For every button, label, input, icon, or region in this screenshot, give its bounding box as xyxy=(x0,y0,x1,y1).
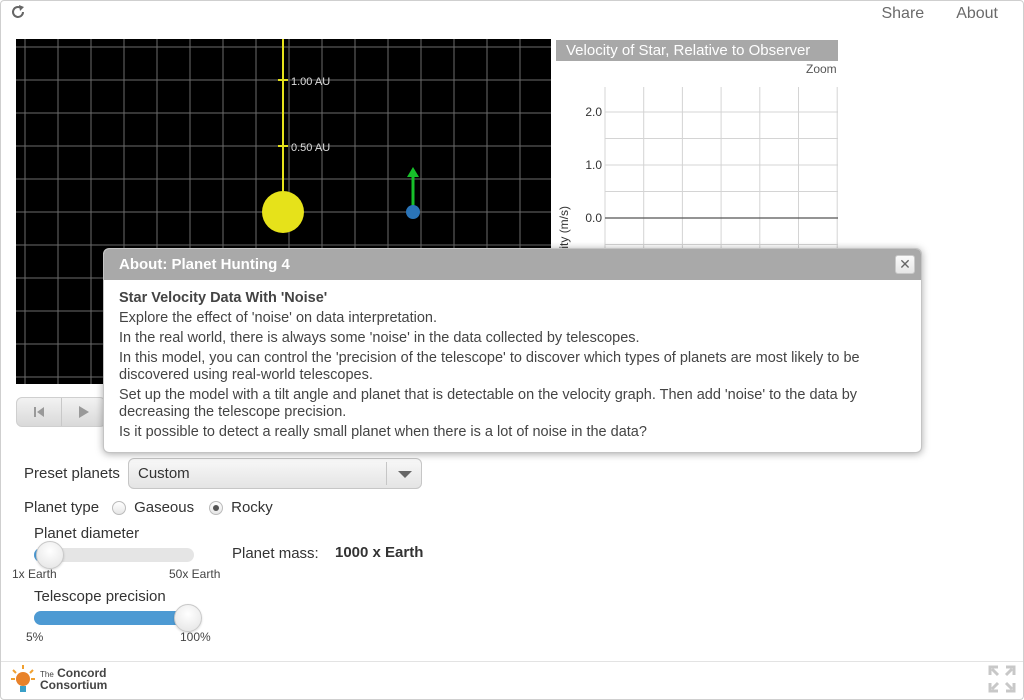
dialog-paragraph: Explore the effect of 'noise' on data in… xyxy=(119,310,438,326)
radio-rocky[interactable] xyxy=(209,500,224,515)
top-nav: Share About xyxy=(881,5,998,23)
precision-slider[interactable] xyxy=(34,604,202,632)
dialog-heading: Star Velocity Data With 'Noise' xyxy=(119,290,328,306)
radio-gaseous[interactable] xyxy=(112,500,127,515)
zoom-button[interactable]: Zoom xyxy=(806,62,837,76)
dialog-paragraph: Is it possible to detect a really small … xyxy=(119,424,647,440)
reload-icon[interactable] xyxy=(10,4,26,20)
preset-label: Preset planets xyxy=(24,465,120,482)
dialog-paragraph: In this model, you can control the 'prec… xyxy=(119,350,860,383)
planet-type-label: Planet type xyxy=(24,499,100,516)
diameter-label: Planet diameter xyxy=(34,525,140,542)
concord-logo[interactable]: The Concord Consortium xyxy=(10,664,107,694)
y-tick-label: 0.0 xyxy=(585,211,602,225)
dialog-title: About: Planet Hunting 4 xyxy=(119,256,290,273)
velocity-graph[interactable]: 2.0 1.0 0.0 Velocity (m/s) xyxy=(556,82,839,248)
preset-select[interactable]: Custom xyxy=(128,458,422,489)
graph-title: Velocity of Star, Relative to Observer xyxy=(556,40,838,61)
dialog-header: About: Planet Hunting 4 ✕ xyxy=(104,249,921,280)
diameter-slider[interactable] xyxy=(34,541,194,569)
diameter-min: 1x Earth xyxy=(12,567,57,581)
diameter-slider-thumb[interactable] xyxy=(36,541,64,569)
precision-label: Telescope precision xyxy=(34,588,166,605)
y-tick-label: 1.0 xyxy=(585,158,602,172)
star[interactable] xyxy=(262,191,304,233)
dialog-paragraph: In the real world, there is always some … xyxy=(119,330,640,346)
play-button[interactable] xyxy=(62,398,106,426)
mass-label: Planet mass: xyxy=(232,545,319,562)
planet-type-group: Planet type Gaseous Rocky xyxy=(24,499,273,516)
playback-controls xyxy=(16,397,106,427)
radio-rocky-label[interactable]: Rocky xyxy=(231,499,273,516)
lightbulb-icon xyxy=(11,665,35,692)
dialog-body: Star Velocity Data With 'Noise' Explore … xyxy=(104,280,921,441)
about-link[interactable]: About xyxy=(956,5,998,23)
about-dialog: About: Planet Hunting 4 ✕ Star Velocity … xyxy=(103,248,922,453)
reset-icon xyxy=(33,407,44,417)
fullscreen-icon[interactable] xyxy=(988,665,1016,693)
footer-divider xyxy=(1,661,1023,662)
precision-max: 100% xyxy=(180,630,211,644)
logo-text: The Concord Consortium xyxy=(40,665,108,692)
reset-button[interactable] xyxy=(17,398,62,426)
distance-label-1au: 1.00 AU xyxy=(291,76,330,88)
select-divider xyxy=(386,462,387,485)
velocity-arrowhead xyxy=(407,167,419,177)
y-axis-label: Velocity (m/s) xyxy=(557,206,571,248)
share-link[interactable]: Share xyxy=(881,5,924,23)
diameter-max: 50x Earth xyxy=(169,567,221,581)
precision-fill xyxy=(34,611,194,625)
mass-value: 1000 x Earth xyxy=(335,544,424,561)
precision-slider-thumb[interactable] xyxy=(174,604,202,632)
close-icon[interactable]: ✕ xyxy=(895,255,915,274)
distance-label-05au: 0.50 AU xyxy=(291,142,330,154)
chevron-down-icon xyxy=(398,471,412,478)
precision-min: 5% xyxy=(26,630,44,644)
dialog-paragraph: Set up the model with a tilt angle and p… xyxy=(119,387,858,420)
play-icon xyxy=(79,406,90,418)
y-tick-label: 2.0 xyxy=(585,105,602,119)
preset-value: Custom xyxy=(138,465,190,482)
planet[interactable] xyxy=(406,205,420,219)
radio-gaseous-label[interactable]: Gaseous xyxy=(134,499,194,516)
